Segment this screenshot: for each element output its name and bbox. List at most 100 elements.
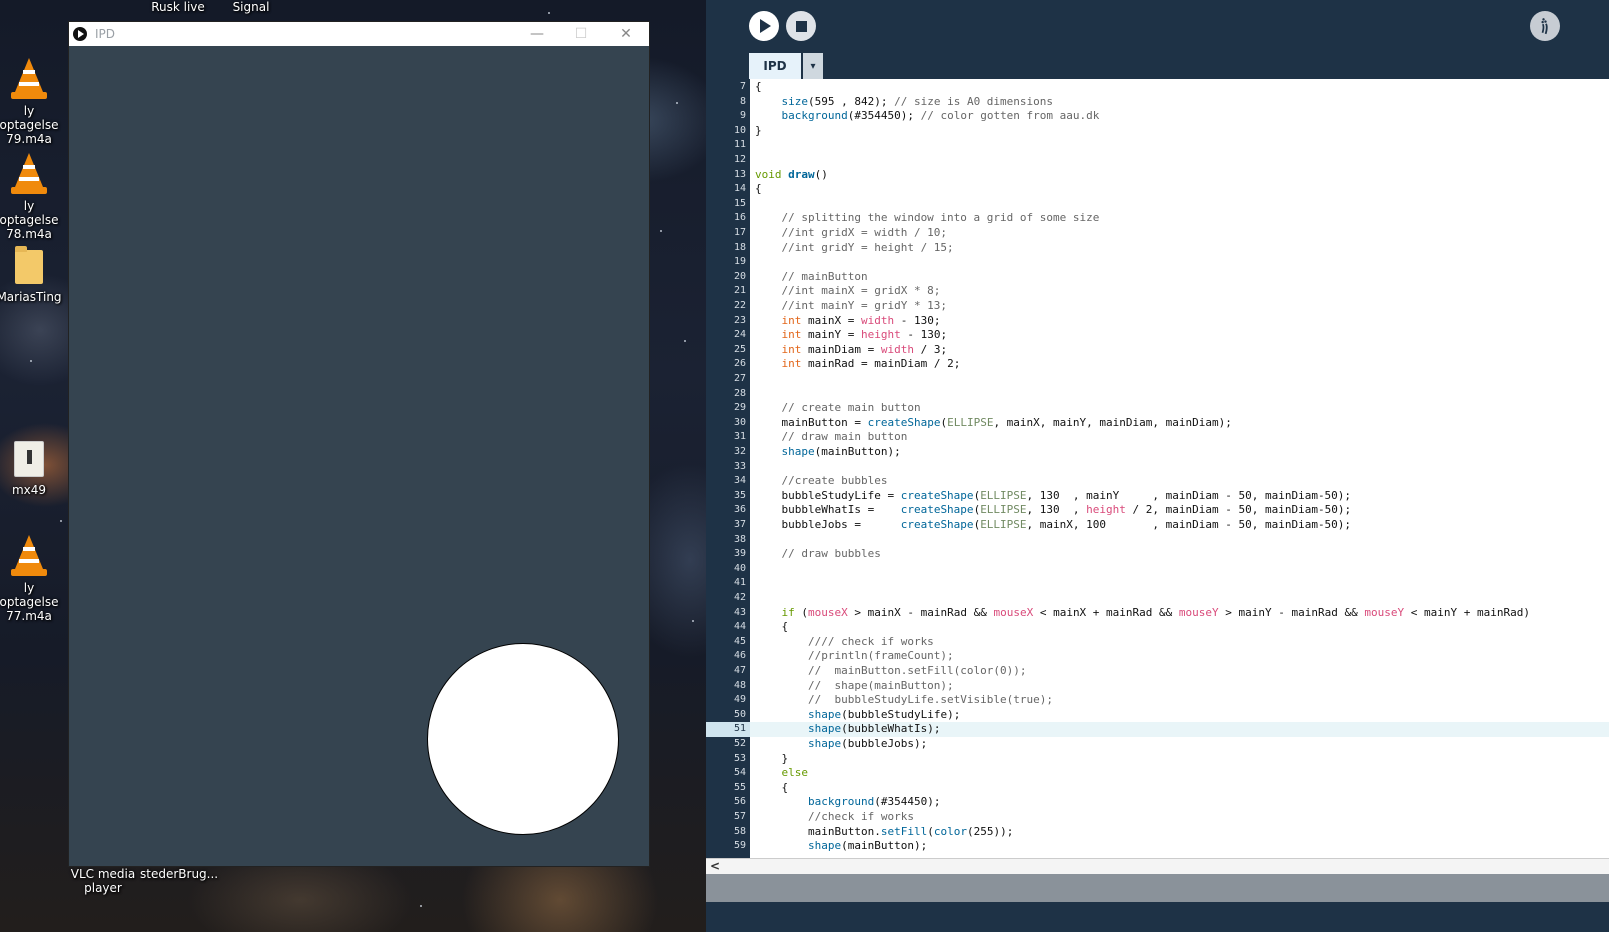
line-number: 42 bbox=[733, 592, 746, 603]
code-token: / 2, mainDiam - 50, mainDiam-50); bbox=[1125, 503, 1352, 517]
ide-toolbar: ꩞ bbox=[706, 0, 1609, 52]
star bbox=[548, 12, 550, 14]
desktop-folder-icon[interactable]: MariasTing bbox=[0, 246, 64, 304]
line-number: 56 bbox=[733, 796, 746, 808]
line-number: 32 bbox=[733, 446, 746, 457]
code-token: < mainY + mainRad) bbox=[1404, 605, 1530, 619]
desktop-shortcut-label: stederBrug... bbox=[140, 867, 219, 881]
code-line: { bbox=[755, 620, 788, 635]
desktop-shortcut-signal[interactable]: Signal bbox=[216, 0, 286, 14]
code-line: bubbleWhatIs = createShape(ELLIPSE, 130 … bbox=[755, 503, 1351, 518]
desktop-shortcut-steder[interactable]: stederBrug... bbox=[140, 867, 218, 881]
star bbox=[660, 230, 662, 232]
run-button[interactable] bbox=[749, 11, 779, 41]
code-token: //int mainX = gridX * 8; bbox=[755, 284, 941, 298]
code-line: shape(bubbleWhatIs); bbox=[755, 722, 940, 737]
code-token: //int mainY = gridY * 13; bbox=[755, 299, 948, 312]
line-number: 29 bbox=[733, 402, 746, 414]
scroll-left-arrow[interactable]: < bbox=[710, 859, 720, 873]
code-line: shape(mainButton); bbox=[755, 445, 901, 460]
line-number: 13 bbox=[733, 168, 746, 180]
tab-menu-arrow[interactable]: ▾ bbox=[803, 53, 823, 79]
desktop-shortcut-rusk-live[interactable]: Rusk live bbox=[143, 0, 213, 14]
code-token: int bbox=[781, 328, 802, 342]
code-token: (mainButton); bbox=[841, 839, 928, 853]
line-number: 43 bbox=[733, 606, 746, 618]
code-line: //int mainX = gridX * 8; bbox=[755, 284, 940, 299]
code-token: mainButton. bbox=[755, 824, 881, 838]
line-number: 15 bbox=[733, 197, 746, 209]
code-line: //create bubbles bbox=[755, 474, 887, 489]
code-line: // draw main button bbox=[755, 430, 907, 445]
code-token: //check if works bbox=[755, 810, 914, 823]
line-number: 19 bbox=[733, 256, 746, 268]
code-line: else bbox=[755, 766, 809, 781]
code-token: (bubbleStudyLife); bbox=[841, 707, 961, 721]
processing-ide: ꩞ IPD ▾ 7 8 9 10 11 12 13 14 15 16 17 18 19 20 21 22 23 2… bbox=[706, 0, 1609, 932]
code-token: (#354450); bbox=[874, 795, 941, 809]
code-token: bubbleWhatIs = bbox=[755, 503, 901, 517]
code-token: background bbox=[781, 109, 848, 123]
line-number: 12 bbox=[733, 154, 746, 165]
code-token: ( bbox=[794, 605, 808, 619]
desktop-file-icon[interactable]: ly optagelse 78.m4a bbox=[0, 151, 64, 241]
code-token: int bbox=[781, 313, 802, 327]
main-button-circle[interactable] bbox=[427, 643, 619, 835]
line-number: 24 bbox=[733, 329, 746, 341]
line-number: 26 bbox=[733, 358, 746, 370]
code-line: // bubbleStudyLife.setVisible(true); bbox=[755, 693, 1053, 708]
maximize-button[interactable]: ☐ bbox=[559, 22, 603, 46]
desktop-file-label: mx49 bbox=[11, 483, 47, 497]
desktop-file-icon[interactable]: ly optagelse 79.m4a bbox=[0, 56, 64, 146]
line-number: 38 bbox=[733, 533, 746, 545]
code-token: > mainX - mainRad && bbox=[847, 605, 994, 619]
line-number: 44 bbox=[733, 621, 746, 633]
minimize-button[interactable]: — bbox=[515, 22, 559, 46]
code-token: // draw bubbles bbox=[755, 547, 881, 561]
console-divider-bar[interactable] bbox=[706, 874, 1609, 902]
line-number: 28 bbox=[733, 387, 746, 399]
line-number: 49 bbox=[733, 694, 746, 706]
code-editor[interactable]: { size(595 , 842); // size is A0 dimensi… bbox=[750, 79, 1609, 858]
sketch-titlebar[interactable]: IPD — ☐ ✕ bbox=[69, 22, 649, 46]
code-token: mainY = bbox=[801, 328, 861, 342]
code-line: //check if works bbox=[755, 810, 914, 825]
line-number: 55 bbox=[733, 781, 746, 793]
stop-button[interactable] bbox=[786, 11, 816, 41]
line-number: 36 bbox=[733, 504, 746, 516]
code-line: //int gridY = height / 15; bbox=[755, 241, 953, 256]
code-line: //println(frameCount); bbox=[755, 649, 954, 664]
close-button[interactable]: ✕ bbox=[604, 22, 648, 46]
code-line: // splitting the window into a grid of s… bbox=[755, 211, 1099, 226]
star bbox=[60, 520, 62, 522]
desktop-shortcut-vlc[interactable]: VLC media player bbox=[68, 867, 138, 895]
tab-ipd[interactable]: IPD bbox=[749, 53, 801, 79]
line-number: 45 bbox=[733, 635, 746, 647]
desktop-file-icon[interactable]: ly optagelse 77.m4a bbox=[0, 533, 64, 623]
horizontal-scrollbar[interactable]: < bbox=[706, 858, 1609, 875]
code-token: mainButton = bbox=[755, 415, 868, 429]
sketch-window[interactable]: IPD — ☐ ✕ bbox=[69, 22, 649, 866]
code-token: color bbox=[933, 824, 967, 838]
code-line: bubbleStudyLife = createShape(ELLIPSE, 1… bbox=[755, 489, 1351, 504]
desktop-folder-icon[interactable]: mx49 bbox=[0, 441, 64, 497]
line-number: 48 bbox=[733, 679, 746, 691]
code-token: shape bbox=[781, 445, 815, 458]
code-line: int mainY = height - 130; bbox=[755, 328, 948, 343]
code-token: , mainX, mainY, mainDiam, mainDiam); bbox=[993, 415, 1232, 429]
code-line: //int gridX = width / 10; bbox=[755, 226, 947, 241]
code-token: ELLIPSE bbox=[980, 518, 1027, 531]
code-line: void draw() bbox=[755, 168, 828, 183]
mode-selector-button[interactable]: ꩞ bbox=[1530, 11, 1560, 41]
code-token: //int gridX = width / 10; bbox=[755, 226, 948, 239]
code-token: // shape(mainButton); bbox=[755, 678, 954, 692]
line-number: 30 bbox=[733, 416, 746, 428]
code-token: , mainX, 100 , mainDiam - 50, mainDiam-5… bbox=[1026, 518, 1352, 531]
line-number: 18 bbox=[733, 241, 746, 253]
code-token: setFill bbox=[880, 824, 928, 838]
code-token: (595 , 842); bbox=[808, 94, 895, 108]
